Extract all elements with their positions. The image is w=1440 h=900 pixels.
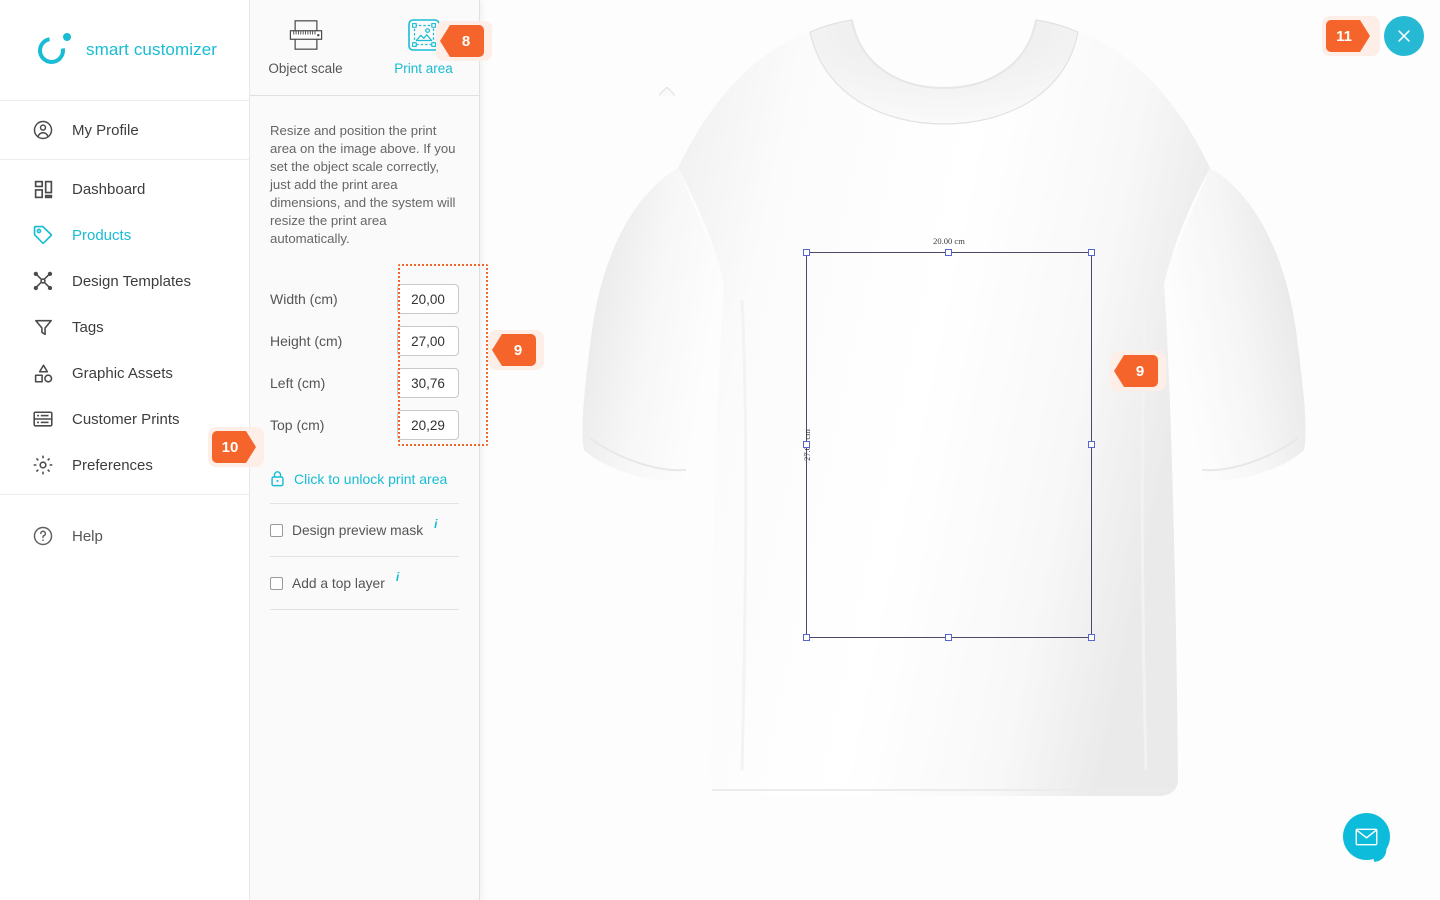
chat-support-button[interactable] — [1343, 813, 1390, 860]
resize-handle-bottom-center[interactable] — [945, 634, 952, 641]
checkbox-label: Add a top layer — [292, 575, 385, 591]
print-area-icon — [407, 14, 440, 56]
print-area-selection[interactable]: 20.00 cm 27.00 cm — [802, 236, 1095, 641]
print-area-panel: Object scale Print area Resize and posit… — [250, 0, 488, 900]
tab-object-scale[interactable]: Object scale — [262, 14, 350, 76]
unlock-print-area-button[interactable]: Click to unlock print area — [270, 470, 459, 504]
smart-customizer-logo-icon — [32, 31, 72, 70]
field-label: Height (cm) — [270, 333, 343, 349]
add-top-layer-checkbox[interactable] — [270, 576, 283, 590]
height-input[interactable] — [397, 326, 459, 356]
top-input[interactable] — [397, 410, 459, 440]
sidebar-item-label: Help — [72, 527, 103, 545]
sidebar-group-profile: My Profile — [0, 101, 249, 160]
resize-handle-bottom-left[interactable] — [803, 634, 810, 641]
sidebar-item-design-templates[interactable]: Design Templates — [0, 258, 249, 304]
resize-handle-middle-left[interactable] — [803, 441, 810, 448]
panel-body: Resize and position the print area on th… — [250, 96, 488, 610]
app-root: smart customizer My Profile Dashboard Pr… — [0, 0, 1440, 900]
panel-description: Resize and position the print area on th… — [270, 123, 456, 246]
design-templates-icon — [30, 268, 56, 294]
ruler-icon — [288, 14, 324, 56]
product-stage: 20.00 cm 27.00 cm — [480, 0, 1440, 900]
width-input[interactable] — [397, 284, 459, 314]
field-row-width: Width (cm) — [270, 278, 459, 320]
close-icon — [1395, 27, 1413, 45]
resize-handle-middle-right[interactable] — [1088, 441, 1095, 448]
funnel-icon — [30, 314, 56, 340]
sidebar-item-help[interactable]: Help — [0, 513, 249, 559]
unlock-print-area-label: Click to unlock print area — [294, 470, 448, 487]
info-icon[interactable]: i — [396, 570, 399, 584]
field-label: Width (cm) — [270, 291, 338, 307]
sidebar-item-label: Customer Prints — [72, 410, 180, 428]
checkbox-label: Design preview mask — [292, 522, 424, 538]
tshirt-mockup: 20.00 cm 27.00 cm — [480, 0, 1440, 900]
user-circle-icon — [30, 117, 56, 143]
close-button[interactable] — [1384, 16, 1424, 56]
field-row-top: Top (cm) — [270, 404, 459, 446]
tab-label: Print area — [394, 61, 453, 76]
field-row-height: Height (cm) — [270, 320, 459, 362]
resize-handle-top-right[interactable] — [1088, 249, 1095, 256]
gear-icon — [30, 452, 56, 478]
sidebar-item-label: Design Templates — [72, 272, 191, 290]
resize-handle-bottom-right[interactable] — [1088, 634, 1095, 641]
brand-logo[interactable]: smart customizer — [0, 0, 249, 101]
resize-handle-top-center[interactable] — [945, 249, 952, 256]
sidebar-item-products[interactable]: Products — [0, 212, 249, 258]
tag-icon — [30, 222, 56, 248]
sidebar-item-graphic-assets[interactable]: Graphic Assets — [0, 350, 249, 396]
field-label: Top (cm) — [270, 417, 325, 433]
sidebar-item-dashboard[interactable]: Dashboard — [0, 166, 249, 212]
sidebar-item-my-profile[interactable]: My Profile — [0, 107, 249, 153]
add-top-layer-row: Add a top layer i — [270, 557, 459, 610]
shapes-icon — [30, 360, 56, 386]
field-label: Left (cm) — [270, 375, 326, 391]
design-preview-mask-row: Design preview mask i — [270, 504, 459, 557]
sidebar-item-label: Graphic Assets — [72, 364, 173, 382]
sidebar-item-tags[interactable]: Tags — [0, 304, 249, 350]
sidebar-item-label: My Profile — [72, 121, 139, 139]
sidebar-item-label: Products — [72, 226, 132, 244]
tab-label: Object scale — [268, 61, 343, 76]
customer-prints-icon — [30, 406, 56, 432]
field-row-left: Left (cm) — [270, 362, 459, 404]
design-preview-mask-checkbox[interactable] — [270, 523, 283, 537]
envelope-chat-icon — [1355, 828, 1378, 846]
sidebar-item-label: Preferences — [72, 456, 153, 474]
print-area-fields: Width (cm) Height (cm) Left (cm) Top (cm… — [270, 264, 488, 446]
sidebar-group-help: Help — [0, 495, 249, 565]
help-circle-icon — [30, 523, 56, 549]
sidebar-item-label: Dashboard — [72, 180, 146, 198]
sidebar-item-label: Tags — [72, 318, 104, 336]
dashboard-grid-icon — [30, 176, 56, 202]
resize-handle-top-left[interactable] — [803, 249, 810, 256]
print-area-width-label: 20.00 cm — [933, 236, 965, 246]
lock-closed-icon — [270, 470, 285, 487]
info-icon[interactable]: i — [434, 517, 437, 531]
active-tab-caret — [659, 87, 675, 96]
brand-name: smart customizer — [86, 40, 218, 59]
left-input[interactable] — [397, 368, 459, 398]
